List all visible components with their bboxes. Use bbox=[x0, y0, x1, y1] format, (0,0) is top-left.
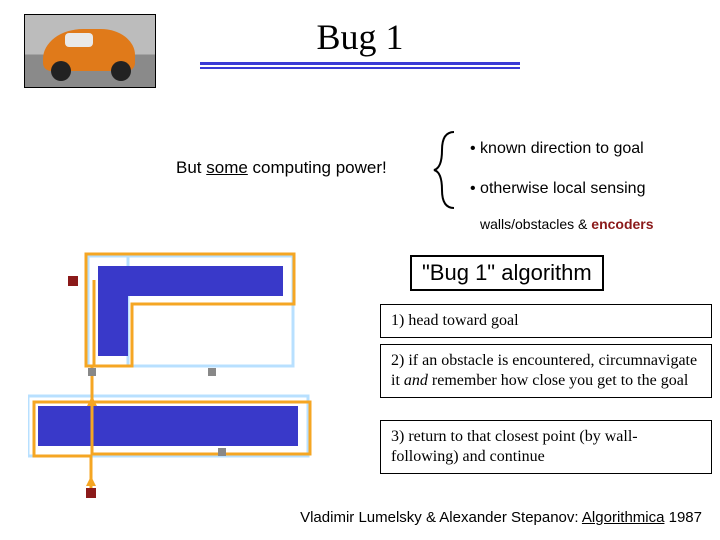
step2-b: remember how close you get to the goal bbox=[428, 372, 688, 389]
start-marker bbox=[86, 488, 96, 498]
step2-and: and bbox=[404, 372, 428, 389]
step-1-box: 1) head toward goal bbox=[380, 304, 712, 338]
citation-year: 1987 bbox=[664, 509, 702, 526]
computing-power-text: But some computing power! bbox=[176, 158, 387, 178]
step-2-box: 2) if an obstacle is encountered, circum… bbox=[380, 344, 712, 398]
req-detail-encoders: encoders bbox=[591, 216, 653, 232]
power-suffix: computing power! bbox=[248, 158, 387, 177]
title-underline bbox=[200, 62, 520, 70]
car-image bbox=[24, 14, 156, 88]
requirement-detail: walls/obstacles & encoders bbox=[480, 216, 654, 232]
power-prefix: But bbox=[176, 158, 206, 177]
citation-source: Algorithmica bbox=[582, 509, 665, 526]
requirement-2: • otherwise local sensing bbox=[470, 180, 645, 198]
brace-icon bbox=[432, 130, 462, 210]
step-3-box: 3) return to that closest point (by wall… bbox=[380, 420, 712, 474]
algorithm-title: "Bug 1" algorithm bbox=[410, 255, 604, 291]
goal-marker bbox=[68, 276, 78, 286]
power-underlined: some bbox=[206, 158, 248, 177]
bug1-diagram bbox=[28, 246, 368, 526]
requirement-1: • known direction to goal bbox=[470, 140, 644, 158]
req-detail-plain: walls/obstacles & bbox=[480, 216, 591, 232]
